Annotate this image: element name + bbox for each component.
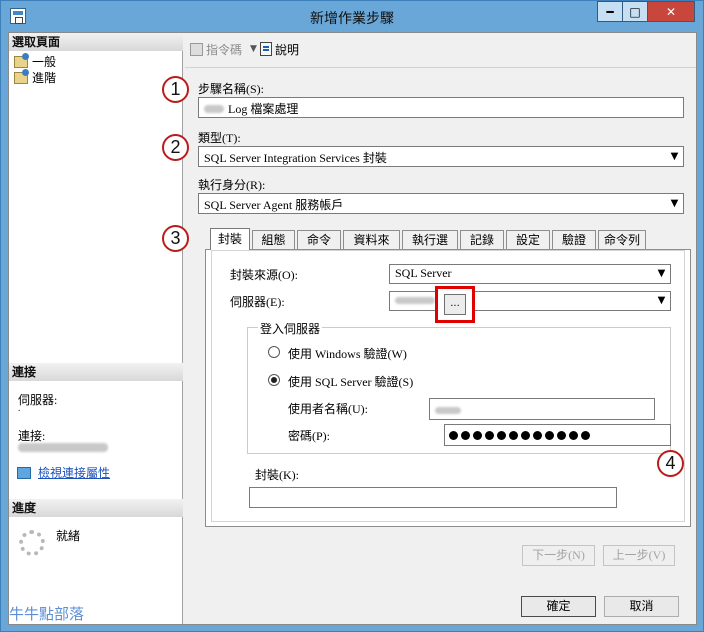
run-as-select[interactable]: SQL Server Agent 服務帳戶 ▼ <box>198 193 684 214</box>
windows-auth-label: 使用 Windows 驗證(W) <box>288 347 407 361</box>
tab-execution-options[interactable]: 執行選項 <box>402 230 458 266</box>
connection-header: 連接 <box>9 363 183 381</box>
password-mask-dot <box>581 430 590 440</box>
tab-verification[interactable]: 驗證 <box>552 230 596 250</box>
tab-set-values[interactable]: 設定值 <box>506 230 550 266</box>
username-input[interactable] <box>429 398 655 420</box>
step-name-label: 步驟名稱(S): <box>198 82 265 96</box>
password-label: 密碼(P): <box>288 429 331 443</box>
windows-auth-radio[interactable] <box>268 346 280 358</box>
password-mask-dot <box>569 430 578 440</box>
view-connection-properties-link[interactable]: 檢視連接屬性 <box>17 464 110 481</box>
minimize-button[interactable]: ━ <box>597 1 623 22</box>
package-source-select[interactable]: SQL Server ▼ <box>389 264 671 284</box>
step-name-value: Log 檔案處理 <box>228 102 299 116</box>
tab-command-line[interactable]: 命令列 <box>598 230 646 250</box>
callout-2: 2 <box>162 134 189 161</box>
username-label: 使用者名稱(U): <box>288 402 368 416</box>
password-mask-dot <box>449 430 458 440</box>
password-mask-dot <box>497 430 506 440</box>
tab-strip: 封裝 組態 命令檔 資料來源 執行選項 記錄 設定值 驗證 命令列 <box>210 228 648 266</box>
password-mask-dot <box>521 430 530 440</box>
package-label: 封裝(K): <box>255 468 299 482</box>
page-icon <box>14 52 29 68</box>
page-item-advanced[interactable]: 進階 <box>14 68 57 85</box>
package-input[interactable] <box>249 487 617 508</box>
browse-package-button[interactable]: ... <box>444 294 466 315</box>
page-icon <box>14 68 29 84</box>
progress-header: 進度 <box>9 499 183 517</box>
password-mask-dot <box>557 430 566 440</box>
next-button[interactable]: 下一步(N) <box>522 545 595 566</box>
chevron-down-icon: ▼ <box>670 198 679 209</box>
chevron-down-icon: ▼ <box>657 268 666 279</box>
password-mask-dot <box>473 430 482 440</box>
tab-command-files[interactable]: 命令檔 <box>297 230 341 266</box>
ok-button[interactable]: 確定 <box>521 596 596 617</box>
redacted-server <box>395 297 435 304</box>
run-as-label: 執行身分(R): <box>198 178 266 192</box>
select-page-header: 選取頁面 <box>9 33 183 51</box>
cancel-button[interactable]: 取消 <box>604 596 679 617</box>
browse-package-highlight: ... <box>435 286 475 323</box>
toolbar-divider <box>185 67 696 68</box>
password-mask-dot <box>509 430 518 440</box>
tab-data-sources[interactable]: 資料來源 <box>343 230 400 266</box>
callout-3: 3 <box>162 225 189 252</box>
watermark: 牛牛點部落 <box>9 606 85 623</box>
type-label: 類型(T): <box>198 131 241 145</box>
password-mask-dot <box>533 430 542 440</box>
password-mask-dot <box>545 430 554 440</box>
title-bar[interactable]: 新增作業步驟 ━ □ ✕ <box>1 1 703 31</box>
maximize-button[interactable]: □ <box>622 1 648 22</box>
server-select[interactable]: ▼ <box>389 291 671 311</box>
server-field-label: 伺服器(E): <box>230 295 285 309</box>
password-mask-dot <box>485 430 494 440</box>
redacted-connection <box>18 443 108 452</box>
dialog-window: 新增作業步驟 ━ □ ✕ 選取頁面 一般 進階 連接 伺服器: . 連接: 檢視… <box>0 0 704 632</box>
chevron-down-icon: ▼ <box>670 151 679 162</box>
script-icon <box>190 42 203 56</box>
tab-configuration[interactable]: 組態 <box>252 230 295 250</box>
previous-button[interactable]: 上一步(V) <box>603 545 675 566</box>
sql-auth-label: 使用 SQL Server 驗證(S) <box>288 375 414 389</box>
chevron-down-icon: ▼ <box>657 295 666 306</box>
connection-value <box>18 441 108 456</box>
left-pane: 選取頁面 一般 進階 連接 伺服器: . 連接: 檢視連接屬性 進度 就緒 牛牛… <box>9 33 183 624</box>
callout-4: 4 <box>657 450 684 477</box>
view-connection-properties-label: 檢視連接屬性 <box>38 466 111 480</box>
logon-group-title: 登入伺服器 <box>258 320 323 337</box>
sql-auth-radio[interactable] <box>268 374 280 386</box>
type-select[interactable]: SQL Server Integration Services 封裝 ▼ <box>198 146 684 167</box>
help-icon <box>259 42 272 56</box>
redacted-step-prefix <box>204 105 224 113</box>
redacted-username <box>435 407 461 414</box>
toolbar: 指令碼 ▼ 說明 <box>190 40 299 58</box>
callout-1: 1 <box>162 76 189 103</box>
page-item-label: 一般 <box>32 55 57 69</box>
type-value: SQL Server Integration Services 封裝 <box>204 151 387 165</box>
package-source-label: 封裝來源(O): <box>230 268 298 282</box>
password-input[interactable] <box>444 424 671 446</box>
server-value: . <box>18 403 21 413</box>
server-label: 伺服器: <box>18 393 58 407</box>
dialog-client-area: 選取頁面 一般 進階 連接 伺服器: . 連接: 檢視連接屬性 進度 就緒 牛牛… <box>8 32 697 625</box>
tab-package[interactable]: 封裝 <box>210 228 250 250</box>
tab-logging[interactable]: 記錄 <box>460 230 504 250</box>
chevron-down-icon[interactable]: ▼ <box>250 44 257 54</box>
help-button[interactable]: 說明 <box>259 41 299 58</box>
progress-status: 就緒 <box>56 529 81 543</box>
password-mask-dot <box>461 430 470 440</box>
script-label: 指令碼 <box>206 42 243 57</box>
step-name-input[interactable]: Log 檔案處理 <box>198 97 684 118</box>
close-button[interactable]: ✕ <box>647 1 695 22</box>
package-source-value: SQL Server <box>395 266 452 280</box>
page-item-general[interactable]: 一般 <box>14 52 57 69</box>
script-button[interactable]: 指令碼 <box>190 41 242 58</box>
help-label: 說明 <box>274 42 299 57</box>
page-item-label: 進階 <box>32 71 57 85</box>
progress-spinner-icon <box>19 530 45 556</box>
run-as-value: SQL Server Agent 服務帳戶 <box>204 198 344 212</box>
properties-icon <box>17 466 31 479</box>
